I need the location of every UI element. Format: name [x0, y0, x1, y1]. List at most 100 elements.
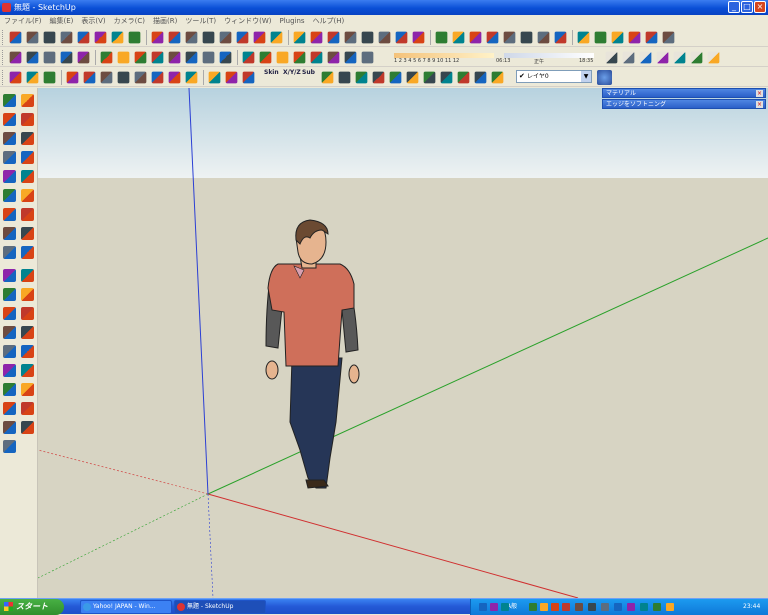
layer-manager-icon[interactable] — [597, 70, 612, 85]
printer-icon[interactable] — [666, 603, 674, 611]
arc-icon[interactable] — [26, 51, 39, 64]
freehand-icon[interactable] — [21, 170, 34, 183]
rotate-icon[interactable] — [3, 208, 16, 221]
menu-edit[interactable]: 編集(E) — [50, 15, 74, 27]
tape-measure-icon[interactable] — [77, 51, 90, 64]
arc-icon[interactable] — [259, 51, 272, 64]
axes-icon[interactable] — [3, 288, 16, 301]
component-icon[interactable] — [21, 94, 34, 107]
task-sketchup[interactable]: 無題 - SketchUp — [174, 600, 266, 614]
sync-icon[interactable] — [562, 603, 570, 611]
push-pull-icon[interactable] — [378, 31, 391, 44]
tape-measure-icon[interactable] — [406, 71, 419, 84]
scene-xyz-label[interactable]: X/Y/Z — [283, 69, 301, 76]
tape-measure-icon[interactable] — [43, 71, 56, 84]
orbit-icon[interactable] — [134, 51, 147, 64]
orbit-icon[interactable] — [662, 31, 675, 44]
zoom-extents-icon[interactable] — [469, 31, 482, 44]
display-icon[interactable] — [588, 603, 596, 611]
zoom-extents-icon[interactable] — [151, 71, 164, 84]
security-icon[interactable] — [501, 603, 509, 611]
orbit-icon[interactable] — [185, 31, 198, 44]
minimize-button[interactable]: _ — [728, 1, 740, 13]
position-camera-icon[interactable] — [3, 364, 16, 377]
model-viewport[interactable] — [38, 88, 768, 598]
arc-icon[interactable] — [225, 71, 238, 84]
pan-icon[interactable] — [21, 307, 34, 320]
style-view-icon[interactable] — [605, 51, 618, 64]
component-icon[interactable] — [3, 421, 16, 434]
previous-icon[interactable] — [3, 345, 16, 358]
tape-icon[interactable] — [3, 246, 16, 259]
select-icon[interactable] — [3, 94, 16, 107]
scene-skin-label[interactable]: Skin — [264, 69, 279, 76]
rotate-icon[interactable] — [168, 31, 181, 44]
rotate-icon[interactable] — [412, 31, 425, 44]
eraser-icon[interactable] — [94, 31, 107, 44]
menu-plugins[interactable]: Plugins — [279, 15, 304, 27]
zoom-icon[interactable] — [134, 71, 147, 84]
move-icon[interactable] — [66, 71, 79, 84]
pencil-icon[interactable] — [219, 51, 232, 64]
move-icon[interactable] — [440, 71, 453, 84]
paint-bucket-icon[interactable] — [389, 71, 402, 84]
eraser-icon[interactable] — [372, 71, 385, 84]
pencil-icon[interactable] — [270, 31, 283, 44]
circle-icon[interactable] — [537, 31, 550, 44]
help-icon[interactable] — [575, 603, 583, 611]
move-icon[interactable] — [151, 31, 164, 44]
eraser-icon[interactable] — [43, 51, 56, 64]
update-icon[interactable] — [529, 603, 537, 611]
tape-measure-icon[interactable] — [128, 31, 141, 44]
pan-icon[interactable] — [117, 71, 130, 84]
move-icon[interactable] — [100, 51, 113, 64]
zoom-icon[interactable] — [452, 31, 465, 44]
orbit-icon[interactable] — [474, 71, 487, 84]
soften-edges-panel[interactable]: エッジをソフトニング × — [602, 99, 766, 109]
menu-draw[interactable]: 描画(R) — [153, 15, 177, 27]
eraser-icon[interactable] — [242, 71, 255, 84]
select-icon[interactable] — [202, 51, 215, 64]
chat-icon[interactable] — [614, 603, 622, 611]
pan-icon[interactable] — [435, 31, 448, 44]
style-view-icon[interactable] — [707, 51, 720, 64]
materials-panel[interactable]: マテリアル × — [602, 88, 766, 98]
tool-icon[interactable] — [627, 603, 635, 611]
chevron-down-icon[interactable]: ▼ — [581, 71, 591, 82]
look-around-icon[interactable] — [21, 364, 34, 377]
offset-icon[interactable] — [21, 227, 34, 240]
network-icon[interactable] — [479, 603, 487, 611]
circle-icon[interactable] — [3, 151, 16, 164]
select-icon[interactable] — [486, 31, 499, 44]
scene-canvas[interactable] — [38, 88, 768, 598]
paint-bucket-icon[interactable] — [344, 31, 357, 44]
zoom-icon[interactable] — [219, 31, 232, 44]
start-button[interactable]: スタート — [0, 599, 64, 615]
menu-view[interactable]: 表示(V) — [81, 15, 105, 27]
clock[interactable]: 23:44 — [743, 599, 760, 615]
pencil-icon[interactable] — [185, 71, 198, 84]
zoom-window-icon[interactable] — [21, 326, 34, 339]
circle-icon[interactable] — [242, 51, 255, 64]
rotate-icon[interactable] — [83, 71, 96, 84]
arc-icon[interactable] — [310, 31, 323, 44]
orbit-icon[interactable] — [100, 71, 113, 84]
tape-measure-icon[interactable] — [310, 51, 323, 64]
section-icon[interactable] — [21, 383, 34, 396]
circle-icon[interactable] — [208, 71, 221, 84]
rectangle-icon[interactable] — [321, 71, 334, 84]
zoom-extents-icon[interactable] — [185, 51, 198, 64]
circle-icon[interactable] — [60, 31, 73, 44]
arc-icon[interactable] — [77, 31, 90, 44]
zoom-icon[interactable] — [3, 326, 16, 339]
protractor-icon[interactable] — [3, 269, 16, 282]
arc-icon[interactable] — [355, 71, 368, 84]
scale-icon[interactable] — [3, 227, 16, 240]
paint-icon[interactable] — [3, 113, 16, 126]
paint-bucket-icon[interactable] — [60, 51, 73, 64]
arc-icon[interactable] — [554, 31, 567, 44]
circle-icon[interactable] — [338, 71, 351, 84]
menu-tools[interactable]: ツール(T) — [185, 15, 216, 27]
menu-file[interactable]: ファイル(F) — [4, 15, 42, 27]
eraser-icon[interactable] — [3, 440, 16, 453]
